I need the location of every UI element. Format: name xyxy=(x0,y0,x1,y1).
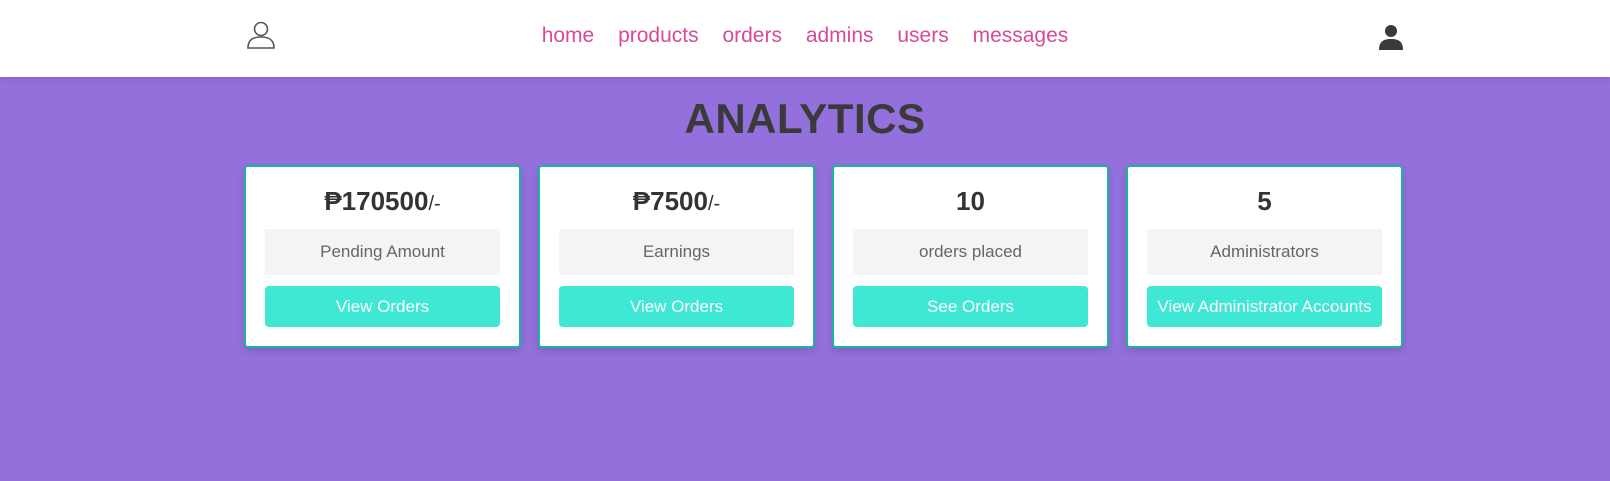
card-label: orders placed xyxy=(853,229,1088,275)
card-value-number: 10 xyxy=(956,186,985,216)
card-value-number: ₱170500 xyxy=(324,186,429,216)
page-title: ANALYTICS xyxy=(684,95,926,142)
nav-messages[interactable]: messages xyxy=(973,24,1069,47)
card-earnings: ₱7500/- Earnings View Orders xyxy=(538,165,815,348)
see-orders-button[interactable]: See Orders xyxy=(853,286,1088,327)
nav-orders[interactable]: orders xyxy=(722,24,782,47)
card-orders-placed: 10 orders placed See Orders xyxy=(832,165,1109,348)
nav-home[interactable]: home xyxy=(542,24,595,47)
header-bar: home products orders admins users messag… xyxy=(0,0,1610,77)
card-value-suffix: /- xyxy=(707,193,721,215)
card-value-number: ₱7500 xyxy=(632,186,708,216)
card-value: ₱7500/- xyxy=(559,185,794,220)
card-value-suffix: /- xyxy=(428,193,441,215)
user-solid-icon[interactable] xyxy=(1379,24,1403,50)
view-admin-accounts-button[interactable]: View Administrator Accounts xyxy=(1147,286,1382,327)
card-pending-amount: ₱170500/- Pending Amount View Orders xyxy=(244,165,521,348)
main-nav: home products orders admins users messag… xyxy=(0,24,1610,48)
card-value: 10 xyxy=(853,185,1088,220)
card-value: 5 xyxy=(1147,185,1382,220)
card-label: Earnings xyxy=(559,229,794,275)
nav-admins[interactable]: admins xyxy=(806,24,874,47)
view-orders-button[interactable]: View Orders xyxy=(559,286,794,327)
nav-products[interactable]: products xyxy=(618,24,699,47)
card-value-number: 5 xyxy=(1257,186,1272,216)
analytics-cards: ₱170500/- Pending Amount View Orders ₱75… xyxy=(244,165,1403,348)
card-label: Administrators xyxy=(1147,229,1382,275)
nav-users[interactable]: users xyxy=(897,24,948,47)
view-orders-button[interactable]: View Orders xyxy=(265,286,500,327)
card-label: Pending Amount xyxy=(265,229,500,275)
card-value: ₱170500/- xyxy=(265,185,500,220)
card-administrators: 5 Administrators View Administrator Acco… xyxy=(1126,165,1403,348)
